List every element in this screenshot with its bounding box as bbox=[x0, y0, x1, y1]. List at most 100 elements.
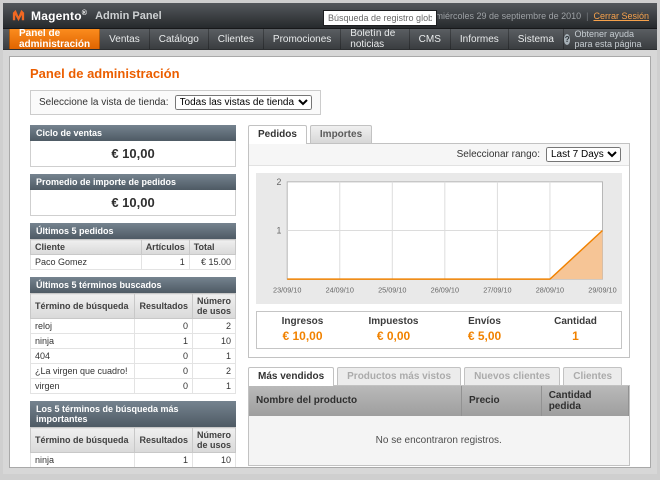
stat-value: € 10,00 bbox=[257, 329, 348, 343]
totals-row: Ingresos € 10,00 Impuestos € 0,00 Envíos… bbox=[256, 311, 622, 349]
stat-label: Envíos bbox=[439, 316, 530, 327]
brand-name: Magento® bbox=[31, 9, 87, 23]
svg-text:25/09/10: 25/09/10 bbox=[378, 286, 406, 295]
stat-label: Ingresos bbox=[257, 316, 348, 327]
main-nav: Panel de administración Ventas Catálogo … bbox=[3, 29, 657, 50]
global-search-input[interactable] bbox=[323, 10, 437, 26]
lifetime-sales-value: € 10,00 bbox=[30, 141, 236, 167]
date-text: miércoles 29 de septiembre de 2010 bbox=[436, 11, 582, 21]
global-search bbox=[323, 8, 437, 26]
table-cell: 2 bbox=[192, 364, 235, 379]
table-cell: 0 bbox=[135, 349, 193, 364]
help-label: Obtener ayuda para esta página bbox=[574, 29, 651, 49]
table-cell: 10 bbox=[192, 334, 235, 349]
column-header: Cantidad pedida bbox=[541, 386, 628, 416]
tab-nuevos-clientes[interactable]: Nuevos clientes bbox=[464, 367, 560, 385]
table-row[interactable]: ¿La virgen que cuadro!02 bbox=[31, 364, 236, 379]
last-orders-block: Últimos 5 pedidos Cliente Artículos Tota… bbox=[30, 223, 236, 270]
nav-item-dashboard[interactable]: Panel de administración bbox=[9, 29, 100, 49]
nav-item-promociones[interactable]: Promociones bbox=[264, 29, 341, 49]
table-cell: 1 bbox=[135, 453, 193, 468]
svg-text:28/09/10: 28/09/10 bbox=[536, 286, 564, 295]
column-header: Resultados bbox=[135, 428, 193, 453]
nav-item-sistema[interactable]: Sistema bbox=[509, 29, 564, 49]
table-cell: 0 bbox=[135, 379, 193, 394]
store-view-select[interactable]: Todas las vistas de tienda bbox=[175, 95, 312, 110]
orders-tabs: Pedidos Importes bbox=[248, 125, 630, 143]
column-header: Nombre del producto bbox=[249, 386, 462, 416]
stat-ingresos: Ingresos € 10,00 bbox=[257, 312, 348, 348]
table-row[interactable]: reloj02 bbox=[31, 468, 236, 469]
last-orders-table: Cliente Artículos Total Paco Gomez1€ 15.… bbox=[30, 239, 236, 270]
nav-item-cms[interactable]: CMS bbox=[410, 29, 451, 49]
dashboard-left-column: Ciclo de ventas € 10,00 Promedio de impo… bbox=[30, 125, 236, 468]
table-cell: reloj bbox=[31, 319, 135, 334]
column-header: Artículos bbox=[141, 240, 189, 255]
block-title: Ciclo de ventas bbox=[30, 125, 236, 141]
help-link[interactable]: ? Obtener ayuda para esta página bbox=[564, 29, 651, 49]
nav-item-informes[interactable]: Informes bbox=[451, 29, 509, 49]
tab-pedidos[interactable]: Pedidos bbox=[248, 125, 307, 144]
top-search-terms-block: Los 5 términos de búsqueda más important… bbox=[30, 401, 236, 468]
stat-value: € 5,00 bbox=[439, 329, 530, 343]
block-title: Últimos 5 términos buscados bbox=[30, 277, 236, 293]
logout-link[interactable]: Cerrar Sesión bbox=[593, 11, 649, 21]
tab-clientes[interactable]: Clientes bbox=[563, 367, 622, 385]
empty-message: No se encontraron registros. bbox=[249, 416, 629, 465]
tab-importes[interactable]: Importes bbox=[310, 125, 372, 143]
orders-chart-box: Seleccionar rango: Last 7 Days 1223/09/1… bbox=[248, 143, 630, 358]
top-search-terms-table: Término de búsqueda Resultados Número de… bbox=[30, 427, 236, 468]
table-row[interactable]: ninja110 bbox=[31, 453, 236, 468]
products-tabs: Más vendidos Productos más vistos Nuevos… bbox=[248, 367, 630, 385]
column-header: Resultados bbox=[135, 294, 193, 319]
range-selector: Seleccionar rango: Last 7 Days bbox=[249, 144, 629, 166]
nav-item-boletin[interactable]: Boletín de noticias bbox=[341, 29, 409, 49]
stat-envios: Envíos € 5,00 bbox=[439, 312, 530, 348]
table-cell: 404 bbox=[31, 349, 135, 364]
table-cell: reloj bbox=[31, 468, 135, 469]
table-cell: 2 bbox=[192, 319, 235, 334]
block-title: Los 5 términos de búsqueda más important… bbox=[30, 401, 236, 427]
block-title: Últimos 5 pedidos bbox=[30, 223, 236, 239]
nav-item-ventas[interactable]: Ventas bbox=[100, 29, 150, 49]
table-row[interactable]: virgen01 bbox=[31, 379, 236, 394]
last-search-terms-block: Últimos 5 términos buscados Término de b… bbox=[30, 277, 236, 394]
last-search-terms-table: Término de búsqueda Resultados Número de… bbox=[30, 293, 236, 394]
column-header: Precio bbox=[462, 386, 542, 416]
table-cell: ¿La virgen que cuadro! bbox=[31, 364, 135, 379]
tab-productos-mas-vistos[interactable]: Productos más vistos bbox=[337, 367, 461, 385]
svg-text:27/09/10: 27/09/10 bbox=[483, 286, 511, 295]
table-row[interactable]: 40401 bbox=[31, 349, 236, 364]
range-select[interactable]: Last 7 Days bbox=[546, 147, 621, 162]
table-cell: 1 bbox=[192, 379, 235, 394]
table-cell: 1 bbox=[135, 334, 193, 349]
stat-cantidad: Cantidad 1 bbox=[530, 312, 621, 348]
svg-text:1: 1 bbox=[276, 225, 281, 235]
content-area: Panel de administración Seleccione la vi… bbox=[3, 50, 657, 474]
table-row[interactable]: Paco Gomez1€ 15.00 bbox=[31, 255, 236, 270]
brand-product: Admin Panel bbox=[95, 10, 162, 22]
table-cell: ninja bbox=[31, 334, 135, 349]
page-title: Panel de administración bbox=[30, 66, 630, 81]
separator: | bbox=[586, 11, 588, 21]
bestsellers-box: Nombre del producto Precio Cantidad pedi… bbox=[248, 385, 630, 466]
table-cell: 0 bbox=[135, 319, 193, 334]
dashboard-columns: Ciclo de ventas € 10,00 Promedio de impo… bbox=[30, 125, 630, 468]
nav-item-catalogo[interactable]: Catálogo bbox=[150, 29, 209, 49]
range-label: Seleccionar rango: bbox=[457, 149, 540, 160]
table-cell: Paco Gomez bbox=[31, 255, 142, 270]
stat-impuestos: Impuestos € 0,00 bbox=[348, 312, 439, 348]
table-cell: 2 bbox=[192, 468, 235, 469]
tab-mas-vendidos[interactable]: Más vendidos bbox=[248, 367, 334, 386]
magento-logo: Magento® Admin Panel bbox=[11, 8, 162, 23]
svg-text:2: 2 bbox=[276, 177, 281, 187]
app-header: Magento® Admin Panel Accedió como aparo … bbox=[3, 3, 657, 29]
table-cell: 10 bbox=[192, 453, 235, 468]
column-header: Número de usos bbox=[192, 294, 235, 319]
table-row[interactable]: reloj02 bbox=[31, 319, 236, 334]
svg-text:26/09/10: 26/09/10 bbox=[431, 286, 459, 295]
table-row[interactable]: ninja110 bbox=[31, 334, 236, 349]
nav-item-clientes[interactable]: Clientes bbox=[209, 29, 264, 49]
stat-value: 1 bbox=[530, 329, 621, 343]
table-cell: 0 bbox=[135, 468, 193, 469]
